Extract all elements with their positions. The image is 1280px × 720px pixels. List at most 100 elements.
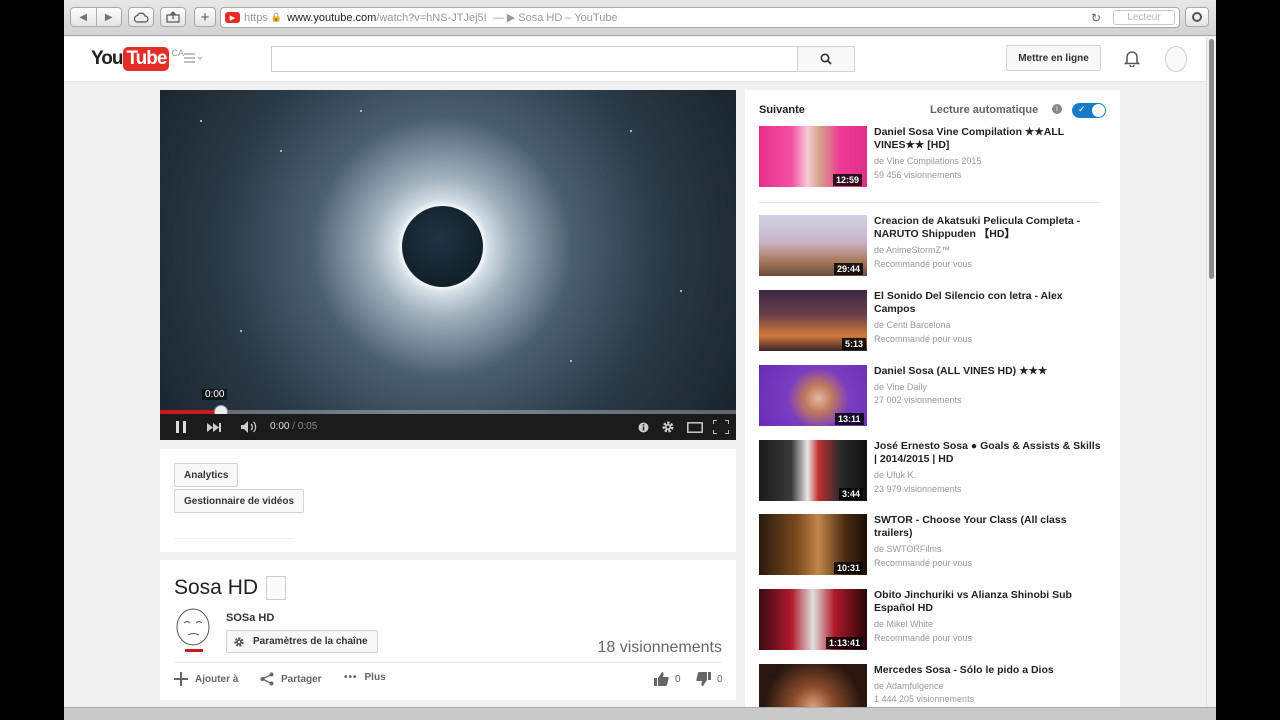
- video-thumbnail[interactable]: [759, 664, 867, 707]
- page-scrollbar[interactable]: [1206, 37, 1216, 707]
- related-video-item[interactable]: 29:44 Creacion de Akatsuki Pelicula Comp…: [759, 215, 1109, 277]
- video-title[interactable]: Daniel Sosa Vine Compilation ★★ALL VINES…: [874, 126, 1106, 152]
- search-button[interactable]: [797, 46, 855, 72]
- info-icon[interactable]: i: [1052, 104, 1062, 114]
- address-bar[interactable]: ▶ https 🔒 www.youtube.com /watch?v=hNS-J…: [220, 7, 1180, 28]
- owner-panel: Analytics Gestionnaire de vidéos: [160, 449, 736, 552]
- toggle-knob: [1092, 104, 1105, 117]
- channel-avatar[interactable]: [174, 607, 214, 655]
- share-video-button[interactable]: Partager: [260, 672, 322, 686]
- duration-badge: 3:44: [839, 488, 864, 500]
- more-button[interactable]: ••• Plus: [344, 672, 386, 683]
- video-title[interactable]: Creacion de Akatsuki Pelicula Completa -…: [874, 215, 1106, 241]
- video-title[interactable]: José Ernesto Sosa ● Goals & Assists & Sk…: [874, 440, 1106, 466]
- star: [570, 360, 572, 362]
- lock-icon: 🔒: [270, 12, 283, 22]
- address-scheme: https: [244, 11, 268, 24]
- share-button[interactable]: [160, 7, 186, 27]
- settings-button[interactable]: [658, 414, 678, 440]
- next-button[interactable]: [202, 414, 226, 440]
- fullscreen-button[interactable]: [710, 414, 732, 440]
- video-info-panel: Sosa HD SOSa HD Paramètres de la chaîne …: [160, 560, 736, 700]
- search-icon: [820, 53, 832, 65]
- video-meta: Recommandé pour vous: [874, 558, 973, 568]
- related-video-item[interactable]: 13:11 Daniel Sosa (ALL VINES HD) ★★★ de …: [759, 365, 1109, 427]
- star: [200, 120, 202, 122]
- address-host: www.youtube.com: [287, 11, 377, 24]
- youtube-header: You Tube CA Mettre en ligne: [64, 37, 1206, 82]
- back-button[interactable]: ◀: [71, 12, 96, 23]
- video-meta: Recommandé pour vous: [874, 633, 973, 643]
- video-frame[interactable]: [160, 90, 736, 414]
- related-video-item[interactable]: 10:31 SWTOR - Choose Your Class (All cla…: [759, 514, 1109, 576]
- annotations-button[interactable]: [634, 414, 652, 440]
- downloads-icon: [1192, 12, 1202, 22]
- icloud-tabs-button[interactable]: [128, 7, 154, 27]
- channel-name[interactable]: SOSa HD: [226, 612, 274, 624]
- hamburger-icon: [184, 53, 203, 63]
- search-input[interactable]: [271, 46, 798, 72]
- related-video-item[interactable]: 5:13 El Sonido Del Silencio con letra - …: [759, 290, 1109, 352]
- video-meta: Recommandé pour vous: [874, 259, 973, 269]
- share-icon: [260, 672, 274, 686]
- checkmark-icon: ✓: [1078, 104, 1086, 114]
- video-title[interactable]: El Sonido Del Silencio con letra - Alex …: [874, 290, 1106, 316]
- star: [630, 130, 632, 132]
- reload-icon[interactable]: ↻: [1091, 11, 1101, 25]
- add-to-button[interactable]: Ajouter à: [174, 672, 238, 686]
- autoplay-toggle[interactable]: ✓: [1072, 103, 1106, 118]
- channel-settings-button[interactable]: Paramètres de la chaîne: [226, 630, 378, 653]
- video-title[interactable]: Obito Jinchuriki vs Alianza Shinobi Sub …: [874, 589, 1106, 615]
- like-button[interactable]: 0: [654, 672, 681, 686]
- info-divider: [174, 662, 722, 663]
- scrollbar-thumb[interactable]: [1209, 39, 1214, 279]
- back-forward-group: ◀ ▶: [70, 7, 122, 27]
- dislike-button[interactable]: 0: [696, 672, 723, 686]
- video-title[interactable]: SWTOR - Choose Your Class (All class tra…: [874, 514, 1106, 540]
- duration: / 0:05: [289, 421, 318, 432]
- fullscreen-icon: [713, 420, 729, 434]
- share-icon: [166, 11, 180, 23]
- next-icon: [207, 422, 221, 432]
- guide-menu-button[interactable]: [184, 51, 203, 66]
- video-title[interactable]: Daniel Sosa (ALL VINES HD) ★★★: [874, 365, 1106, 378]
- upload-button[interactable]: Mettre en ligne: [1006, 45, 1101, 71]
- gear-icon: [234, 636, 244, 647]
- volume-button[interactable]: [238, 414, 262, 440]
- browser-bottom-bar: [64, 707, 1216, 720]
- gear-icon: [662, 421, 674, 433]
- downloads-button[interactable]: [1185, 7, 1209, 27]
- youtube-logo[interactable]: You Tube CA: [91, 47, 184, 71]
- duration-badge: 1:13:41: [826, 637, 864, 649]
- reader-button[interactable]: Lecteur: [1113, 10, 1175, 25]
- duration-badge: 13:11: [835, 413, 864, 425]
- related-video-item[interactable]: 3:44 José Ernesto Sosa ● Goals & Assists…: [759, 440, 1109, 502]
- video-manager-button[interactable]: Gestionnaire de vidéos: [174, 489, 305, 513]
- related-video-item[interactable]: 1:13:41 Obito Jinchuriki vs Alianza Shin…: [759, 589, 1109, 651]
- star: [240, 330, 242, 332]
- title-badge: [266, 576, 286, 600]
- browser-window: ◀ ▶ + ▶ https 🔒 www.youtube.com /watch?v…: [64, 0, 1216, 720]
- video-player[interactable]: 0:00 0:00 / 0:05: [160, 90, 736, 440]
- forward-button[interactable]: ▶: [96, 12, 121, 23]
- seek-tooltip: 0:00: [202, 389, 228, 400]
- video-meta: 1 444 205 visionnements: [874, 694, 975, 704]
- star: [360, 110, 362, 112]
- bell-icon[interactable]: [1123, 49, 1141, 72]
- thumbs-up-icon: [654, 672, 669, 686]
- related-video-item[interactable]: 12:59 Daniel Sosa Vine Compilation ★★ALL…: [759, 126, 1109, 188]
- logo-region: CA: [171, 48, 184, 58]
- analytics-button[interactable]: Analytics: [174, 463, 239, 487]
- account-avatar[interactable]: [1165, 46, 1187, 72]
- video-meta: 27 002 visionnements: [874, 395, 962, 405]
- duration-badge: 12:59: [833, 174, 863, 186]
- video-meta: 59 456 visionnements: [874, 170, 962, 180]
- video-title[interactable]: Mercedes Sosa - Sólo le pido a Dios: [874, 664, 1106, 677]
- pause-button[interactable]: [168, 414, 194, 440]
- related-video-item[interactable]: Mercedes Sosa - Sólo le pido a Dios de A…: [759, 664, 1109, 707]
- star: [280, 150, 282, 152]
- add-to-label: Ajouter à: [195, 673, 239, 685]
- more-icon: •••: [344, 672, 358, 683]
- new-tab-button[interactable]: +: [194, 7, 216, 27]
- theater-mode-button[interactable]: [684, 414, 706, 440]
